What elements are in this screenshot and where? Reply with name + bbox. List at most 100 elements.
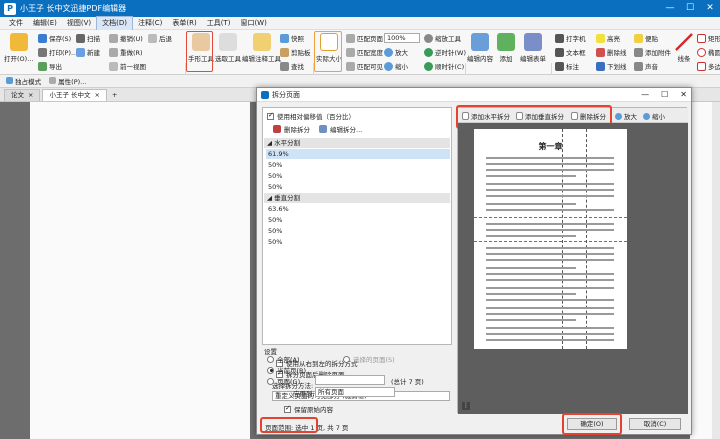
fit-width-button[interactable]: 匹配宽度 — [346, 47, 383, 57]
find-button[interactable]: 查找 — [280, 61, 304, 71]
keep-original-checkbox[interactable] — [284, 404, 291, 413]
typewriter-button[interactable]: 打字机 — [555, 33, 586, 43]
list-item[interactable]: 63.6% — [266, 204, 450, 214]
standalone-mode-button[interactable]: 独占模式 — [6, 76, 41, 86]
properties-button[interactable]: 属性(P)... — [49, 76, 86, 86]
preview-zoom-out-button[interactable]: 缩小 — [643, 111, 665, 121]
list-item[interactable]: 61.9% — [266, 149, 450, 159]
export-button[interactable]: 导出 — [38, 61, 62, 71]
strikeout-button[interactable]: 删除线 — [596, 47, 627, 57]
back-button[interactable]: 后退 — [148, 33, 172, 43]
line-button[interactable]: 线条 — [675, 33, 693, 63]
list-item[interactable]: 50% — [266, 182, 450, 192]
rect-button[interactable]: 矩形 — [697, 33, 720, 43]
keep-original-option[interactable]: 保留原始内容 — [284, 404, 333, 414]
save-icon — [38, 33, 47, 43]
list-item[interactable]: 50% — [266, 215, 450, 225]
open-button[interactable]: 打开(O)... — [4, 33, 33, 63]
vertical-scrollbar[interactable] — [712, 102, 720, 439]
dialog-maximize-button[interactable]: ☐ — [661, 90, 668, 99]
page-nav-icon[interactable]: ⋮ — [462, 402, 470, 410]
attach-button[interactable]: 添加附件 — [634, 47, 671, 57]
polygon-button[interactable]: 多边形 — [697, 61, 720, 71]
underline-button[interactable]: 下划线 — [596, 61, 627, 71]
dialog-close-button[interactable]: ✕ — [680, 90, 687, 99]
vertical-split-line[interactable] — [562, 129, 563, 349]
ellipse-button[interactable]: 椭圆 — [697, 47, 720, 57]
redo-button[interactable]: 重做(R) — [109, 47, 143, 57]
tab-little-prince[interactable]: 小王子 长中文 × — [42, 89, 107, 101]
zoom-level-select[interactable]: 100% — [384, 33, 420, 43]
minimize-button[interactable]: — — [660, 0, 680, 17]
text-cursor-icon — [219, 33, 237, 51]
range-all-option[interactable]: 全部(A) — [267, 354, 300, 364]
zoom-in-icon — [615, 112, 622, 120]
fit-visible-button[interactable]: 匹配可见 — [346, 61, 383, 71]
menu-view[interactable]: 视图(V) — [62, 17, 96, 30]
sound-button[interactable]: 声音 — [634, 61, 658, 71]
rotate-ccw-button[interactable]: 逆时针(W) — [424, 47, 466, 57]
scan-button[interactable]: 扫描 — [76, 33, 100, 43]
range-current-radio[interactable] — [267, 366, 274, 374]
snapshot-button[interactable]: 快照 — [280, 33, 304, 43]
page-range-input[interactable] — [315, 375, 385, 385]
clipboard-button[interactable]: 剪贴板 — [280, 47, 311, 57]
cancel-button[interactable]: 取消(C) — [629, 418, 681, 430]
menu-window[interactable]: 窗口(W) — [235, 17, 271, 30]
new-tab-button[interactable]: + — [109, 89, 120, 101]
preview-zoom-in-button[interactable]: 放大 — [615, 111, 637, 121]
edit-form-button[interactable]: 编辑表单 — [520, 33, 546, 63]
range-selected-radio[interactable] — [343, 355, 350, 363]
horizontal-split-line[interactable] — [474, 241, 627, 242]
zoom-in-button[interactable]: 放大 — [384, 47, 408, 57]
vertical-split-line[interactable] — [586, 129, 587, 349]
search-icon — [280, 61, 289, 71]
tab-paper[interactable]: 论文 × — [4, 89, 41, 101]
close-icon[interactable]: × — [95, 90, 100, 101]
zoom-tool-button[interactable]: 缩放工具 — [424, 33, 461, 43]
list-item[interactable]: 50% — [266, 226, 450, 236]
preview-text-line — [486, 339, 614, 341]
note-button[interactable]: 便贴 — [634, 33, 658, 43]
select-text-tool-button[interactable]: 选取工具 — [215, 33, 241, 63]
save-button[interactable]: 保存(S) — [38, 33, 71, 43]
add-button[interactable]: 添加 — [497, 33, 515, 63]
undo-button[interactable]: 撤销(U) — [109, 33, 143, 43]
close-icon[interactable]: × — [28, 90, 33, 101]
textbox-button[interactable]: 文本框 — [555, 47, 586, 57]
apply-to-select[interactable]: 所有页面 — [315, 387, 395, 397]
edit-content-icon — [471, 33, 489, 51]
menu-file[interactable]: 文件 — [4, 17, 28, 30]
zoom-out-button[interactable]: 缩小 — [384, 61, 408, 71]
horizontal-split-line[interactable] — [474, 217, 627, 218]
list-item[interactable]: 50% — [266, 171, 450, 181]
print-button[interactable]: 打印(P)... — [38, 47, 77, 57]
highlight-button[interactable]: 高亮 — [596, 33, 620, 43]
menu-tools[interactable]: 工具(T) — [202, 17, 236, 30]
prev-view-button[interactable]: 前一视图 — [109, 61, 146, 71]
edit-content-button[interactable]: 编辑内容 — [467, 33, 493, 63]
menu-form[interactable]: 表单(R) — [167, 17, 201, 30]
edit-annotation-tool-button[interactable]: 编辑注释工具 — [242, 33, 281, 63]
callout-button[interactable]: 标注 — [555, 61, 579, 71]
fit-page-button[interactable]: 匹配页面 — [346, 33, 383, 43]
maximize-button[interactable]: ☐ — [680, 0, 700, 17]
menu-document[interactable]: 文档(D) — [96, 15, 134, 31]
menu-comment[interactable]: 注释(C) — [133, 17, 167, 30]
list-item[interactable]: 50% — [266, 237, 450, 247]
range-pages-option[interactable]: 页面(G) — [267, 376, 300, 386]
edit-split-button[interactable]: 编辑拆分... — [319, 124, 362, 134]
range-pages-radio[interactable] — [267, 377, 274, 385]
dialog-minimize-button[interactable]: — — [641, 90, 649, 99]
use-relative-checkbox[interactable] — [267, 111, 274, 120]
rotate-cw-button[interactable]: 顺时针(C) — [424, 61, 464, 71]
range-current-option[interactable]: 当前页(R) — [267, 365, 306, 375]
delete-split-button[interactable]: 删除拆分 — [273, 124, 310, 134]
use-relative-checkbox-row[interactable]: 使用相对偏移值（百分比） — [267, 111, 355, 121]
menu-edit[interactable]: 编辑(E) — [28, 17, 62, 30]
range-all-radio[interactable] — [267, 355, 274, 363]
new-button[interactable]: 新建 — [76, 47, 100, 57]
close-button[interactable]: ✕ — [700, 0, 720, 17]
range-selected-option[interactable]: 选择的页面(S) — [343, 354, 395, 364]
list-item[interactable]: 50% — [266, 160, 450, 170]
